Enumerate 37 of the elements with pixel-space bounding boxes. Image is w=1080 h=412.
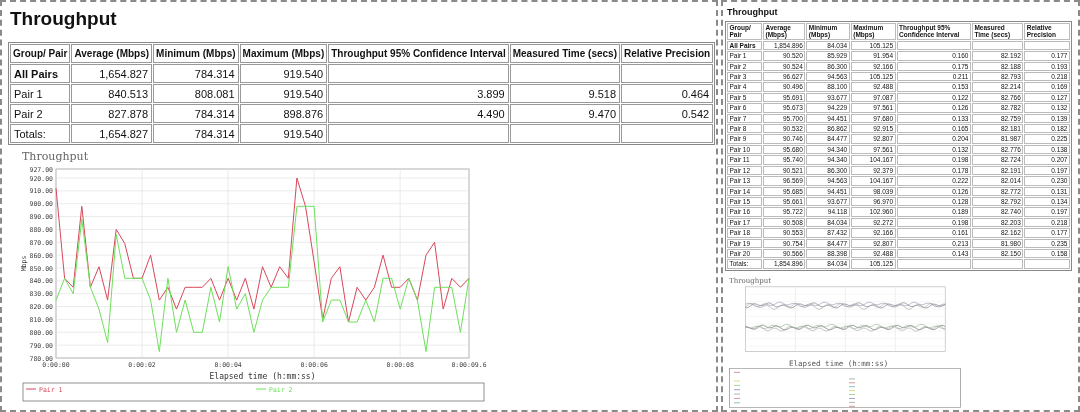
chart-title: Throughput xyxy=(22,150,89,163)
column-header: Relative Precision xyxy=(621,44,714,63)
column-header: Average (Mbps) xyxy=(71,44,153,63)
table-cell: 919.540 xyxy=(239,64,328,83)
table-cell xyxy=(1024,259,1070,269)
table-cell: 784.314 xyxy=(153,64,239,83)
table-cell: 919.540 xyxy=(239,124,328,143)
column-header: Group/ Pair xyxy=(10,44,71,63)
table-cell: 784.314 xyxy=(153,104,239,123)
column-header: Maximum (Mbps) xyxy=(239,44,328,63)
table-cell: All Pairs xyxy=(10,64,71,83)
table-cell: 840.513 xyxy=(71,84,153,103)
table-cell: 0.542 xyxy=(621,104,714,123)
table-cell: 919.540 xyxy=(239,84,328,103)
table-cell: 827.878 xyxy=(71,104,153,123)
table-cell: 898.876 xyxy=(239,104,328,123)
table-cell: Pair 1 xyxy=(10,84,71,103)
table-cell xyxy=(971,259,1024,269)
table-cell: 1,654.827 xyxy=(71,64,153,83)
table-cell xyxy=(1024,40,1070,51)
table-cell: Pair 2 xyxy=(10,104,71,123)
table-cell: 9.470 xyxy=(509,104,620,123)
table-cell: 1,654.827 xyxy=(71,124,153,143)
table-cell: 3.899 xyxy=(328,84,509,103)
table-cell: 4.490 xyxy=(328,104,509,123)
table-cell xyxy=(971,40,1024,51)
column-header: Measured Time (secs) xyxy=(509,44,620,63)
table-cell: 784.314 xyxy=(153,124,239,143)
report-title: Throughput xyxy=(727,7,779,17)
x-axis-label: Elapsed time (h:mm:ss) xyxy=(209,372,316,381)
report-title: Throughput xyxy=(10,8,118,30)
table-cell: Totals: xyxy=(10,124,71,143)
column-header: Minimum (Mbps) xyxy=(153,44,239,63)
column-header: Throughput 95% Confidence Interval xyxy=(328,44,509,63)
table-cell: 9.518 xyxy=(509,84,620,103)
table-cell: 0.464 xyxy=(621,84,714,103)
table-cell: 808.081 xyxy=(153,84,239,103)
